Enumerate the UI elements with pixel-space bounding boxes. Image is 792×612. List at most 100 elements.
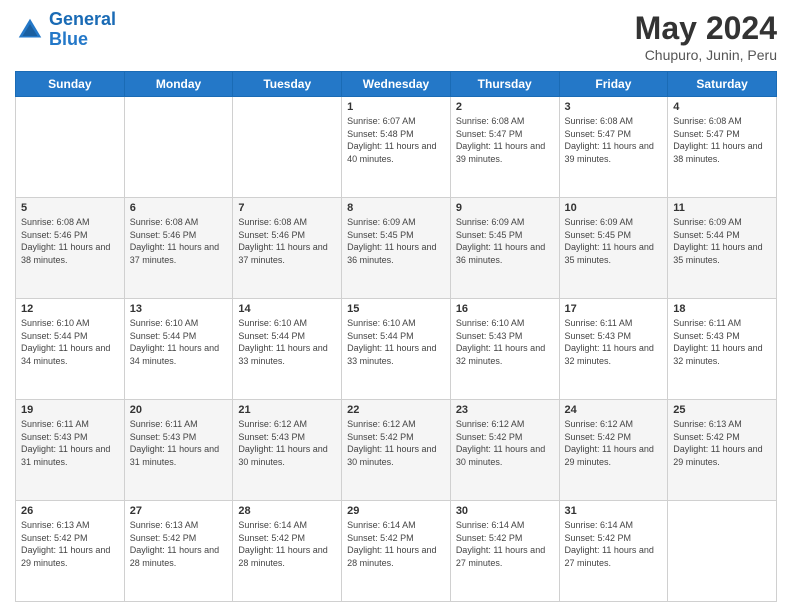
calendar-cell: 2 Sunrise: 6:08 AMSunset: 5:47 PMDaylight… — [450, 97, 559, 198]
logo-text: General Blue — [49, 10, 116, 50]
calendar-cell: 22 Sunrise: 6:12 AMSunset: 5:42 PMDayligh… — [342, 400, 451, 501]
day-info: Sunrise: 6:10 AMSunset: 5:44 PMDaylight:… — [21, 317, 119, 367]
day-number: 19 — [21, 404, 119, 416]
day-info: Sunrise: 6:09 AMSunset: 5:44 PMDaylight:… — [673, 216, 771, 266]
logo: General Blue — [15, 10, 116, 50]
day-number: 5 — [21, 202, 119, 214]
day-info: Sunrise: 6:12 AMSunset: 5:42 PMDaylight:… — [456, 418, 554, 468]
day-number: 23 — [456, 404, 554, 416]
calendar-cell: 29 Sunrise: 6:14 AMSunset: 5:42 PMDayligh… — [342, 501, 451, 602]
day-info: Sunrise: 6:11 AMSunset: 5:43 PMDaylight:… — [130, 418, 228, 468]
day-info: Sunrise: 6:09 AMSunset: 5:45 PMDaylight:… — [347, 216, 445, 266]
day-number: 17 — [565, 303, 663, 315]
calendar-header-saturday: Saturday — [668, 72, 777, 97]
day-info: Sunrise: 6:14 AMSunset: 5:42 PMDaylight:… — [565, 519, 663, 569]
calendar-header-wednesday: Wednesday — [342, 72, 451, 97]
calendar-cell: 30 Sunrise: 6:14 AMSunset: 5:42 PMDayligh… — [450, 501, 559, 602]
calendar-cell — [16, 97, 125, 198]
calendar-header-thursday: Thursday — [450, 72, 559, 97]
calendar-cell: 20 Sunrise: 6:11 AMSunset: 5:43 PMDayligh… — [124, 400, 233, 501]
day-info: Sunrise: 6:08 AMSunset: 5:47 PMDaylight:… — [565, 115, 663, 165]
calendar-week-row: 26 Sunrise: 6:13 AMSunset: 5:42 PMDayligh… — [16, 501, 777, 602]
header: General Blue May 2024 Chupuro, Junin, Pe… — [15, 10, 777, 63]
day-info: Sunrise: 6:08 AMSunset: 5:47 PMDaylight:… — [673, 115, 771, 165]
calendar-cell: 21 Sunrise: 6:12 AMSunset: 5:43 PMDayligh… — [233, 400, 342, 501]
day-info: Sunrise: 6:11 AMSunset: 5:43 PMDaylight:… — [21, 418, 119, 468]
day-number: 24 — [565, 404, 663, 416]
calendar-week-row: 19 Sunrise: 6:11 AMSunset: 5:43 PMDayligh… — [16, 400, 777, 501]
calendar-cell: 23 Sunrise: 6:12 AMSunset: 5:42 PMDayligh… — [450, 400, 559, 501]
day-number: 20 — [130, 404, 228, 416]
day-number: 21 — [238, 404, 336, 416]
day-number: 7 — [238, 202, 336, 214]
day-info: Sunrise: 6:14 AMSunset: 5:42 PMDaylight:… — [238, 519, 336, 569]
calendar-cell: 27Sunrise: 6:13 AMSunset: 5:42 PMDayligh… — [124, 501, 233, 602]
day-number: 28 — [238, 505, 336, 517]
calendar-cell: 8 Sunrise: 6:09 AMSunset: 5:45 PMDaylight… — [342, 198, 451, 299]
day-number: 31 — [565, 505, 663, 517]
day-info: Sunrise: 6:09 AMSunset: 5:45 PMDaylight:… — [565, 216, 663, 266]
calendar-cell: 19 Sunrise: 6:11 AMSunset: 5:43 PMDayligh… — [16, 400, 125, 501]
calendar-cell: 28 Sunrise: 6:14 AMSunset: 5:42 PMDayligh… — [233, 501, 342, 602]
calendar-table: SundayMondayTuesdayWednesdayThursdayFrid… — [15, 71, 777, 602]
day-info: Sunrise: 6:13 AMSunset: 5:42 PMDaylight:… — [130, 519, 228, 569]
calendar-cell: 17Sunrise: 6:11 AMSunset: 5:43 PMDayligh… — [559, 299, 668, 400]
calendar-cell: 3Sunrise: 6:08 AMSunset: 5:47 PMDaylight… — [559, 97, 668, 198]
day-number: 4 — [673, 101, 771, 113]
subtitle: Chupuro, Junin, Peru — [635, 47, 777, 63]
calendar-header-row: SundayMondayTuesdayWednesdayThursdayFrid… — [16, 72, 777, 97]
calendar-cell: 6 Sunrise: 6:08 AMSunset: 5:46 PMDaylight… — [124, 198, 233, 299]
day-info: Sunrise: 6:10 AMSunset: 5:44 PMDaylight:… — [238, 317, 336, 367]
day-number: 6 — [130, 202, 228, 214]
day-info: Sunrise: 6:12 AMSunset: 5:42 PMDaylight:… — [347, 418, 445, 468]
day-info: Sunrise: 6:14 AMSunset: 5:42 PMDaylight:… — [347, 519, 445, 569]
day-number: 10 — [565, 202, 663, 214]
day-info: Sunrise: 6:08 AMSunset: 5:46 PMDaylight:… — [130, 216, 228, 266]
logo-icon — [15, 15, 45, 45]
day-number: 1 — [347, 101, 445, 113]
day-info: Sunrise: 6:08 AMSunset: 5:46 PMDaylight:… — [238, 216, 336, 266]
day-number: 2 — [456, 101, 554, 113]
day-info: Sunrise: 6:14 AMSunset: 5:42 PMDaylight:… — [456, 519, 554, 569]
calendar-cell: 14Sunrise: 6:10 AMSunset: 5:44 PMDayligh… — [233, 299, 342, 400]
day-number: 18 — [673, 303, 771, 315]
calendar-cell — [668, 501, 777, 602]
day-number: 8 — [347, 202, 445, 214]
main-title: May 2024 — [635, 10, 777, 47]
calendar-cell: 18 Sunrise: 6:11 AMSunset: 5:43 PMDayligh… — [668, 299, 777, 400]
calendar-week-row: 5 Sunrise: 6:08 AMSunset: 5:46 PMDaylight… — [16, 198, 777, 299]
calendar-week-row: 12Sunrise: 6:10 AMSunset: 5:44 PMDayligh… — [16, 299, 777, 400]
calendar-cell: 13 Sunrise: 6:10 AMSunset: 5:44 PMDayligh… — [124, 299, 233, 400]
day-info: Sunrise: 6:12 AMSunset: 5:43 PMDaylight:… — [238, 418, 336, 468]
calendar-cell: 1 Sunrise: 6:07 AMSunset: 5:48 PMDaylight… — [342, 97, 451, 198]
calendar-cell: 7 Sunrise: 6:08 AMSunset: 5:46 PMDaylight… — [233, 198, 342, 299]
day-number: 29 — [347, 505, 445, 517]
day-info: Sunrise: 6:13 AMSunset: 5:42 PMDaylight:… — [21, 519, 119, 569]
day-number: 15 — [347, 303, 445, 315]
day-number: 30 — [456, 505, 554, 517]
day-info: Sunrise: 6:10 AMSunset: 5:44 PMDaylight:… — [347, 317, 445, 367]
day-number: 22 — [347, 404, 445, 416]
title-block: May 2024 Chupuro, Junin, Peru — [635, 10, 777, 63]
calendar-cell: 31 Sunrise: 6:14 AMSunset: 5:42 PMDayligh… — [559, 501, 668, 602]
calendar-cell: 24Sunrise: 6:12 AMSunset: 5:42 PMDayligh… — [559, 400, 668, 501]
calendar-cell: 12Sunrise: 6:10 AMSunset: 5:44 PMDayligh… — [16, 299, 125, 400]
calendar-cell: 26 Sunrise: 6:13 AMSunset: 5:42 PMDayligh… — [16, 501, 125, 602]
day-number: 26 — [21, 505, 119, 517]
day-info: Sunrise: 6:08 AMSunset: 5:46 PMDaylight:… — [21, 216, 119, 266]
calendar-cell — [124, 97, 233, 198]
calendar-cell: 16Sunrise: 6:10 AMSunset: 5:43 PMDayligh… — [450, 299, 559, 400]
calendar-cell: 5 Sunrise: 6:08 AMSunset: 5:46 PMDaylight… — [16, 198, 125, 299]
day-number: 25 — [673, 404, 771, 416]
calendar-header-friday: Friday — [559, 72, 668, 97]
calendar-cell: 11Sunrise: 6:09 AMSunset: 5:44 PMDayligh… — [668, 198, 777, 299]
day-info: Sunrise: 6:10 AMSunset: 5:44 PMDaylight:… — [130, 317, 228, 367]
day-info: Sunrise: 6:08 AMSunset: 5:47 PMDaylight:… — [456, 115, 554, 165]
day-info: Sunrise: 6:07 AMSunset: 5:48 PMDaylight:… — [347, 115, 445, 165]
day-number: 16 — [456, 303, 554, 315]
page: General Blue May 2024 Chupuro, Junin, Pe… — [0, 0, 792, 612]
day-number: 9 — [456, 202, 554, 214]
day-number: 13 — [130, 303, 228, 315]
day-info: Sunrise: 6:09 AMSunset: 5:45 PMDaylight:… — [456, 216, 554, 266]
day-info: Sunrise: 6:11 AMSunset: 5:43 PMDaylight:… — [673, 317, 771, 367]
